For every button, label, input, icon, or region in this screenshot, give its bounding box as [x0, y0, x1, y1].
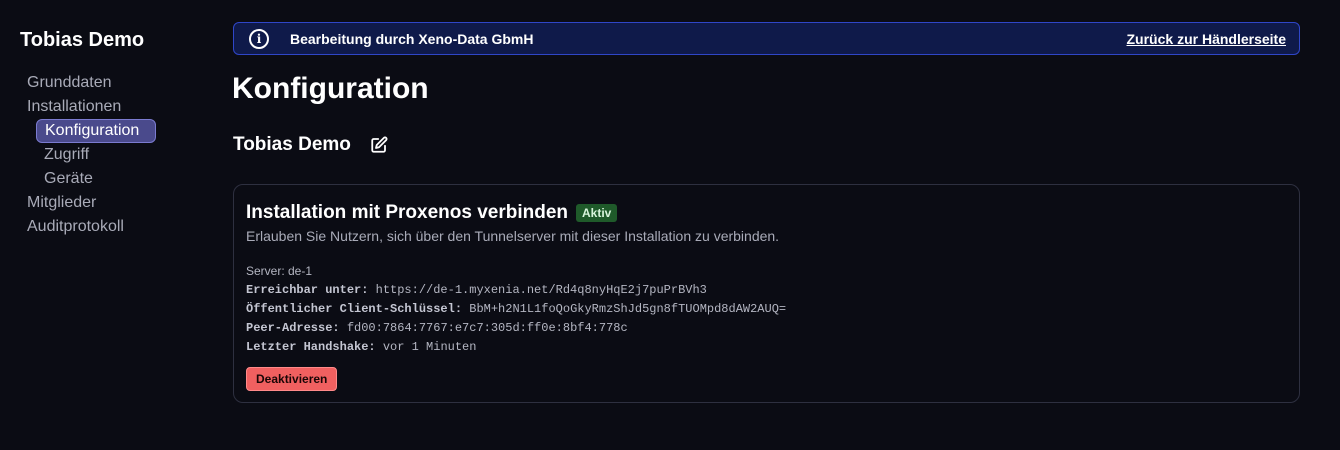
connection-details: Server: de-1 Erreichbar unter: https://d…: [246, 262, 786, 357]
installation-name: Tobias Demo: [233, 134, 351, 155]
installation-name-row: Tobias Demo: [233, 134, 388, 156]
detail-public-key: Öffentlicher Client-Schlüssel: BbM+h2N1L…: [246, 300, 786, 319]
card-description: Erlauben Sie Nutzern, sich über den Tunn…: [246, 228, 780, 244]
detail-value: https://de-1.myxenia.net/Rd4q8nyHqE2j7pu…: [375, 283, 707, 297]
page-title: Konfiguration: [232, 72, 429, 105]
sidebar-item-installationen[interactable]: Installationen: [27, 95, 156, 119]
detail-key: Peer-Adresse:: [246, 321, 340, 335]
detail-key: Letzter Handshake:: [246, 340, 376, 354]
sidebar-nav: Grunddaten Installationen Konfiguration …: [27, 71, 156, 239]
proxenos-card: Installation mit Proxenos verbinden Akti…: [233, 184, 1300, 403]
detail-value: vor 1 Minuten: [382, 340, 477, 354]
impersonation-banner: i Bearbeitung durch Xeno-Data GbmH Zurüc…: [233, 22, 1300, 55]
back-to-dealer-link[interactable]: Zurück zur Händlerseite: [1127, 31, 1287, 47]
sidebar-item-auditprotokoll[interactable]: Auditprotokoll: [27, 215, 156, 239]
edit-icon[interactable]: [370, 136, 388, 154]
detail-reachable: Erreichbar unter: https://de-1.myxenia.n…: [246, 281, 786, 300]
card-title: Installation mit Proxenos verbinden: [246, 202, 569, 223]
card-header: Installation mit Proxenos verbinden Akti…: [246, 202, 618, 224]
deactivate-button[interactable]: Deaktivieren: [246, 367, 338, 391]
detail-value: fd00:7864:7767:e7c7:305d:ff0e:8bf4:778c: [346, 321, 628, 335]
sidebar-item-mitglieder[interactable]: Mitglieder: [27, 191, 156, 215]
banner-text: Bearbeitung durch Xeno-Data GbmH: [290, 30, 534, 47]
server-line: Server: de-1: [246, 264, 313, 278]
sidebar-item-konfiguration[interactable]: Konfiguration: [36, 119, 156, 143]
detail-value: BbM+h2N1L1foQoGkyRmzShJd5gn8fTUOMpd8dAW2…: [469, 302, 787, 316]
app-root: Tobias Demo Grunddaten Installationen Ko…: [0, 0, 1340, 450]
detail-last-handshake: Letzter Handshake: vor 1 Minuten: [246, 338, 786, 357]
detail-key: Erreichbar unter:: [246, 283, 369, 297]
info-icon: i: [249, 28, 269, 49]
sidebar-title: Tobias Demo: [20, 29, 145, 51]
sidebar-item-geraete[interactable]: Geräte: [27, 167, 156, 191]
sidebar-item-zugriff[interactable]: Zugriff: [27, 143, 156, 167]
detail-peer-address: Peer-Adresse: fd00:7864:7767:e7c7:305d:f…: [246, 319, 786, 338]
sidebar-item-grunddaten[interactable]: Grunddaten: [27, 71, 156, 95]
detail-key: Öffentlicher Client-Schlüssel:: [246, 302, 463, 316]
status-badge: Aktiv: [576, 204, 618, 222]
sidebar: Tobias Demo Grunddaten Installationen Ko…: [0, 0, 200, 450]
